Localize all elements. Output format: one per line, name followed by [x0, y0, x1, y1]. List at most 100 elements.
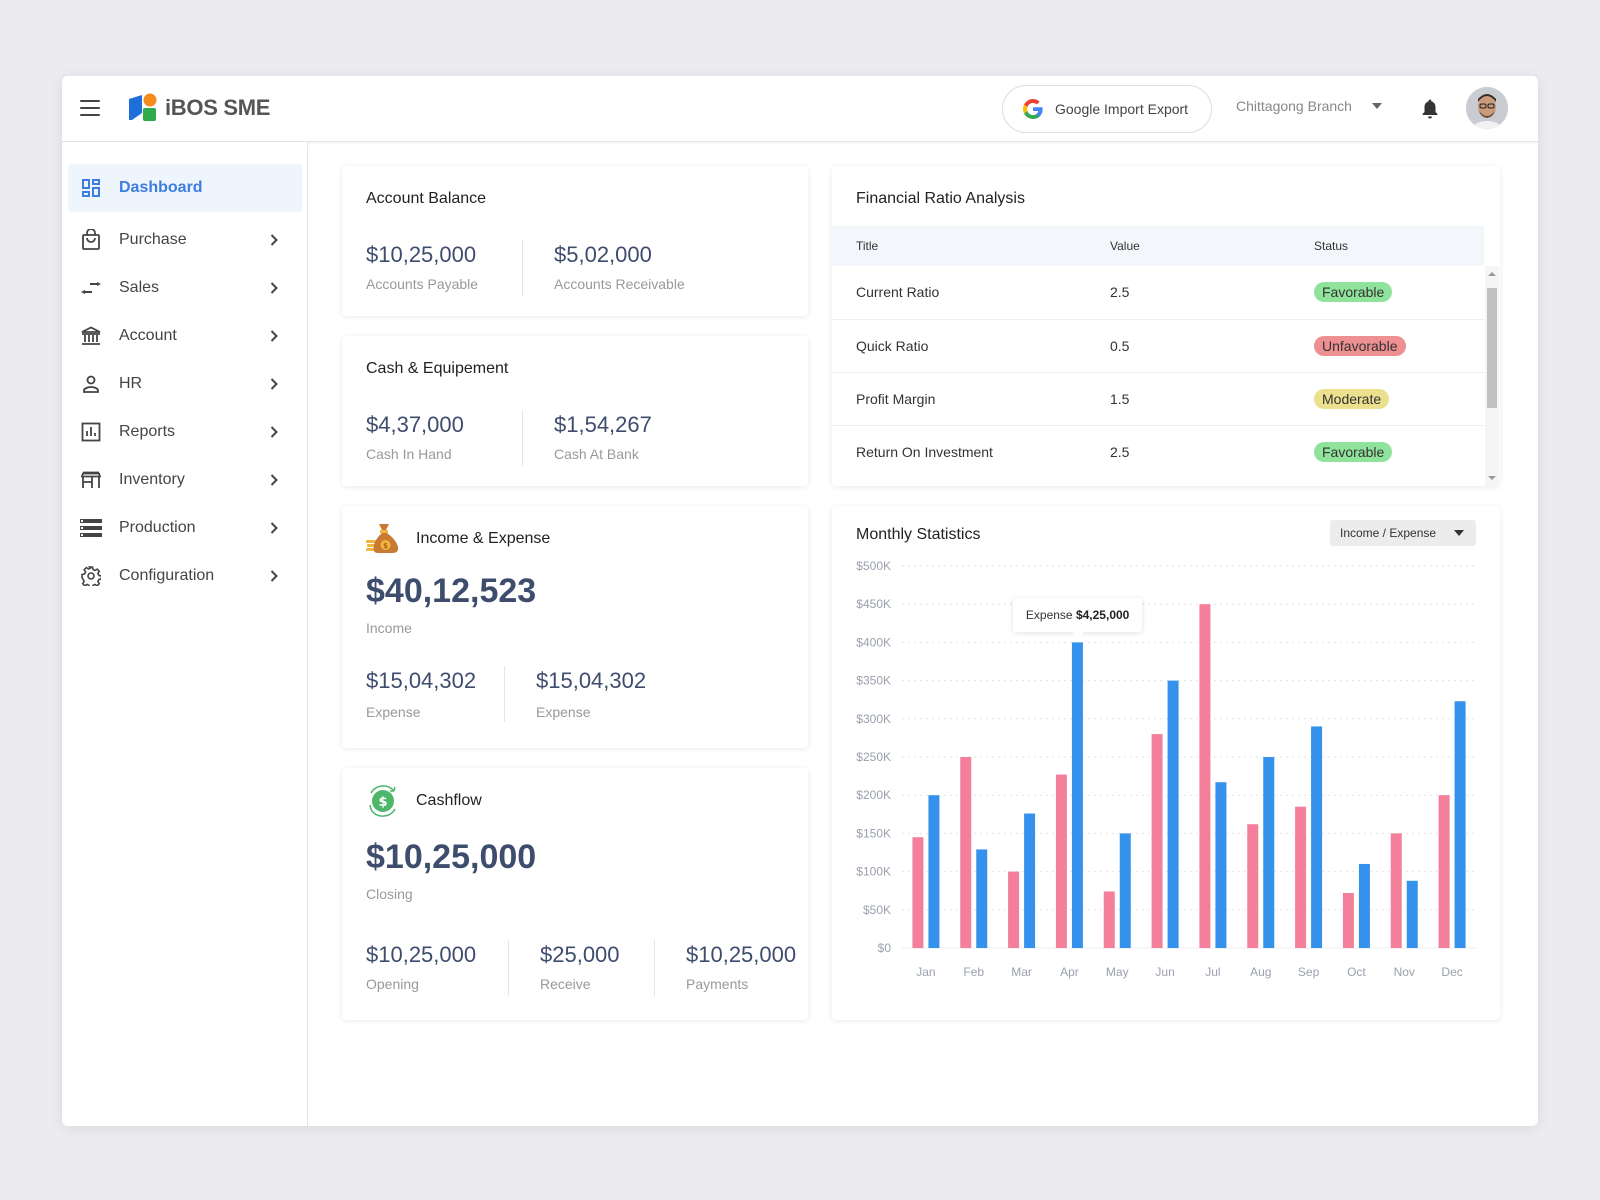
scrollbar-thumb[interactable] — [1487, 288, 1497, 408]
y-tick-label: $250K — [856, 750, 891, 764]
y-tick-label: $350K — [856, 674, 891, 688]
sidebar-item-sales[interactable]: Sales — [68, 264, 302, 312]
bar-income-may[interactable] — [1103, 891, 1115, 948]
ratio-title: Return On Investment — [856, 443, 993, 460]
svg-text:$: $ — [378, 795, 387, 810]
scroll-up-arrow-icon[interactable] — [1488, 272, 1496, 276]
receive-label: Receive — [540, 976, 591, 992]
bar-income-jan[interactable] — [912, 837, 924, 948]
bar-expense-jul[interactable] — [1215, 782, 1227, 948]
bar-expense-jan[interactable] — [928, 795, 940, 948]
y-tick-label: $100K — [856, 865, 891, 879]
status-badge: Unfavorable — [1314, 335, 1406, 356]
divider — [654, 940, 655, 996]
monthly-bar-chart: $0 $50K $100K $150K $200K $250K $300K $350K $400… — [856, 559, 1476, 979]
logo-icon — [129, 93, 157, 121]
cash-equipment-card: Cash & Equipement $4,37,000 Cash In Hand… — [342, 336, 808, 486]
cash-in-hand-label: Cash In Hand — [366, 446, 452, 462]
ratio-value: 0.5 — [1110, 319, 1314, 373]
closing-label: Closing — [366, 886, 413, 902]
bar-expense-aug[interactable] — [1263, 757, 1275, 948]
divider — [522, 410, 523, 466]
bar-income-feb[interactable] — [960, 757, 972, 948]
bar-income-nov[interactable] — [1390, 833, 1402, 948]
accounts-receivable-label: Accounts Receivable — [554, 276, 685, 292]
ratio-table: Title Value Status Current Ratio 2.5 Fav… — [832, 226, 1484, 478]
x-tick-label: Mar — [1011, 965, 1032, 979]
column-header-title: Title — [832, 226, 1110, 266]
column-header-value: Value — [1110, 226, 1314, 266]
x-tick-label: Sep — [1298, 965, 1320, 979]
chevron-right-icon — [262, 420, 286, 444]
scrollbar[interactable] — [1485, 266, 1499, 486]
chart-type-dropdown[interactable]: Income / Expense — [1330, 520, 1476, 546]
y-tick-label: $50K — [863, 903, 891, 917]
bar-expense-oct[interactable] — [1358, 863, 1370, 948]
closing-value: $10,25,000 — [366, 838, 537, 876]
card-title: Financial Ratio Analysis — [856, 190, 1025, 207]
bar-expense-sep[interactable] — [1311, 726, 1323, 948]
sidebar-item-hr[interactable]: HR — [68, 360, 302, 408]
swap-arrows-icon — [79, 276, 103, 300]
sidebar-item-label: Purchase — [119, 231, 187, 248]
bar-expense-may[interactable] — [1119, 833, 1131, 948]
table-row[interactable]: Quick Ratio 0.5 Unfavorable — [832, 319, 1484, 373]
table-row[interactable]: Profit Margin 1.5 Moderate — [832, 372, 1484, 426]
menu-icon[interactable] — [80, 100, 100, 116]
tooltip-label: Expense — [1025, 608, 1076, 623]
x-tick-label: Oct — [1347, 965, 1366, 979]
top-bar: iBOS SME Google Import Export Chittagong… — [62, 76, 1538, 142]
sidebar-item-production[interactable]: Production — [68, 504, 302, 552]
chevron-right-icon — [262, 324, 286, 348]
bar-expense-nov[interactable] — [1406, 880, 1418, 948]
chevron-right-icon — [262, 276, 286, 300]
ratio-value: 1.5 — [1110, 372, 1314, 426]
financial-ratio-card: Financial Ratio Analysis Title Value Sta… — [832, 166, 1500, 486]
income-label: Income — [366, 620, 412, 636]
x-tick-label: Dec — [1441, 965, 1462, 979]
dashboard-icon — [79, 176, 103, 200]
bar-income-apr[interactable] — [1055, 774, 1067, 948]
bar-income-sep[interactable] — [1295, 806, 1307, 948]
chevron-right-icon — [262, 468, 286, 492]
bar-expense-jun[interactable] — [1167, 680, 1179, 948]
bar-expense-apr[interactable] — [1071, 642, 1083, 948]
bell-icon[interactable] — [1420, 98, 1440, 120]
scroll-down-arrow-icon[interactable] — [1488, 476, 1496, 480]
bar-income-jul[interactable] — [1199, 604, 1211, 948]
y-tick-label: $0 — [878, 941, 892, 955]
google-import-export-button[interactable]: Google Import Export — [1002, 85, 1212, 133]
bar-income-aug[interactable] — [1247, 824, 1259, 948]
monthly-statistics-card: Monthly Statistics Income / Expense $0 $5… — [832, 506, 1500, 1020]
ratio-value: 2.5 — [1110, 443, 1130, 460]
avatar[interactable] — [1466, 87, 1508, 129]
bar-income-oct[interactable] — [1342, 892, 1354, 948]
ratio-title: Current Ratio — [832, 266, 1110, 320]
sidebar-item-account[interactable]: Account — [68, 312, 302, 360]
card-title: Income & Expense — [416, 530, 551, 547]
payments-value: $10,25,000 — [686, 942, 797, 967]
bar-income-jun[interactable] — [1151, 734, 1163, 948]
bar-expense-mar[interactable] — [1024, 813, 1036, 948]
dropdown-label: Income / Expense — [1340, 526, 1437, 540]
x-tick-label: Feb — [963, 965, 984, 979]
table-row[interactable]: Current Ratio 2.5 Favorable — [832, 266, 1484, 320]
sidebar-item-inventory[interactable]: Inventory — [68, 456, 302, 504]
sidebar-item-purchase[interactable]: Purchase — [68, 216, 302, 264]
bar-expense-feb[interactable] — [976, 849, 988, 948]
bar-expense-dec[interactable] — [1454, 701, 1466, 948]
accounts-payable-value: $10,25,000 — [366, 242, 477, 267]
sidebar-item-dashboard[interactable]: Dashboard — [68, 164, 302, 212]
x-tick-label: Jul — [1205, 965, 1220, 979]
table-row[interactable]: Return On Investment 2.5 Favorable — [832, 425, 1484, 478]
payments-label: Payments — [686, 976, 749, 992]
sidebar-item-reports[interactable]: Reports — [68, 408, 302, 456]
bar-income-mar[interactable] — [1008, 871, 1020, 948]
bank-icon — [79, 324, 103, 348]
sidebar-item-configuration[interactable]: Configuration — [68, 552, 302, 600]
bar-income-dec[interactable] — [1438, 795, 1450, 948]
dollar-cycle-icon: $ — [369, 785, 396, 817]
x-tick-label: Nov — [1394, 965, 1415, 979]
expense-value: $15,04,302 — [366, 668, 477, 693]
branch-selector[interactable]: Chittagong Branch — [1236, 98, 1382, 114]
